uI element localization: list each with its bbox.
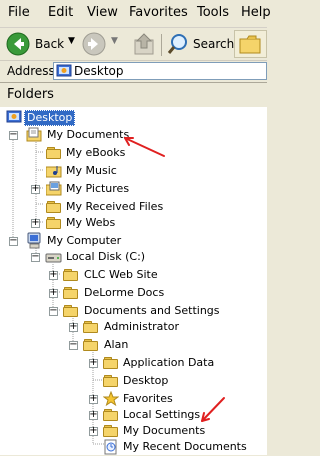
collapse-toggle[interactable]: − [9, 235, 18, 246]
collapse-toggle[interactable]: − [69, 339, 78, 350]
expand-toggle[interactable]: + [31, 183, 40, 194]
tree-label: Documents and Settings [84, 304, 220, 317]
tree-label: My Recent Documents [123, 440, 247, 453]
tree-item-my-pictures[interactable]: + My Pictures [0, 180, 267, 198]
search-label: Search [193, 37, 235, 51]
tree-label: My Documents [123, 424, 206, 437]
favorites-star-icon [103, 391, 119, 407]
search-button[interactable]: Search [165, 30, 235, 58]
tree-item-delorme-docs[interactable]: + DeLorme Docs [0, 284, 267, 302]
tree-label: My Music [66, 164, 117, 177]
tree-label: My Pictures [66, 182, 130, 195]
folder-icon [46, 146, 62, 160]
forward-dropdown-icon[interactable]: ▼ [111, 36, 118, 46]
tree-label: Alan [104, 338, 129, 351]
tree-item-my-music[interactable]: My Music [0, 162, 267, 180]
tree-label: Administrator [104, 320, 179, 333]
tree-item-application-data[interactable]: + Application Data [0, 354, 267, 372]
tree-item-desktop[interactable]: Desktop [0, 108, 267, 126]
desktop-icon [56, 64, 72, 77]
folder-icon [83, 338, 99, 352]
tree-label: My Received Files [66, 200, 164, 213]
folders-pane-header: Folders [0, 83, 267, 108]
desktop-icon [6, 110, 22, 123]
expand-toggle[interactable]: + [89, 393, 98, 404]
back-button[interactable]: Back ▼ [4, 30, 78, 58]
tree-label: Desktop [123, 374, 169, 387]
back-dropdown-icon[interactable]: ▼ [68, 36, 75, 46]
back-label: Back [35, 37, 65, 51]
tree-label: Application Data [123, 356, 215, 369]
tree-label: Favorites [123, 392, 173, 405]
folder-icon [63, 286, 79, 300]
tree-item-local-disk-c[interactable]: − Local Disk (C:) [0, 248, 267, 266]
my-documents-icon [26, 127, 42, 142]
back-arrow-icon [6, 32, 30, 56]
standard-toolbar: Back ▼ ▼ Search [0, 28, 267, 61]
address-bar: Address Desktop [0, 61, 267, 83]
menu-tools[interactable]: Tools [197, 5, 229, 21]
folder-icon [103, 374, 119, 388]
expand-toggle[interactable]: + [49, 269, 58, 280]
address-value: Desktop [74, 64, 124, 78]
address-input[interactable]: Desktop [53, 62, 267, 80]
folders-pane-title: Folders [7, 87, 54, 102]
tree-item-my-webs[interactable]: + My Webs [0, 214, 267, 232]
tree-label: Local Settings [123, 408, 201, 421]
tree-label: My eBooks [66, 146, 126, 159]
tree-item-my-ebooks[interactable]: My eBooks [0, 144, 267, 162]
folder-icon [46, 216, 62, 230]
tree-item-my-recent-documents[interactable]: My Recent Documents [0, 438, 267, 456]
tree-item-administrator[interactable]: + Administrator [0, 318, 267, 336]
expand-toggle[interactable]: + [31, 217, 40, 228]
up-arrow-icon [134, 33, 154, 55]
tree-item-alan-desktop[interactable]: Desktop [0, 372, 267, 390]
collapse-toggle[interactable]: − [9, 129, 18, 140]
menu-bar: File Edit View Favorites Tools Help [0, 0, 271, 28]
menu-help[interactable]: Help [241, 5, 271, 21]
folder-icon [83, 320, 99, 334]
folders-icon [239, 35, 261, 54]
expand-toggle[interactable]: + [89, 357, 98, 368]
expand-toggle[interactable]: + [89, 409, 98, 420]
search-icon [167, 34, 187, 54]
address-label: Address [7, 64, 55, 78]
menu-favorites[interactable]: Favorites [129, 5, 188, 21]
tree-label: Desktop [24, 110, 76, 126]
folder-tree: Desktop − My Documents My eBooks My Musi… [0, 108, 267, 455]
expand-toggle[interactable]: + [49, 287, 58, 298]
tree-label: My Computer [47, 234, 122, 247]
folders-button[interactable] [234, 30, 267, 58]
pictures-folder-icon [46, 181, 62, 196]
expand-toggle[interactable]: + [69, 321, 78, 332]
forward-button[interactable]: ▼ [80, 30, 124, 58]
toolbar-separator [161, 34, 162, 56]
menu-edit[interactable]: Edit [48, 5, 73, 21]
expand-toggle[interactable]: + [89, 425, 98, 436]
folder-icon [63, 268, 79, 282]
tree-item-alan[interactable]: − Alan [0, 336, 267, 354]
tree-label: My Webs [66, 216, 116, 229]
tree-label: DeLorme Docs [84, 286, 165, 299]
music-folder-icon [46, 166, 62, 178]
folder-icon [103, 408, 119, 422]
collapse-toggle[interactable]: − [49, 305, 58, 316]
folder-icon [103, 424, 119, 438]
folder-icon [103, 356, 119, 370]
up-folder-button[interactable] [130, 30, 158, 58]
folder-icon [63, 304, 79, 318]
hard-disk-icon [45, 253, 62, 263]
tree-label: CLC Web Site [84, 268, 158, 281]
recent-documents-icon [104, 439, 117, 455]
tree-label: My Documents [47, 128, 130, 141]
tree-item-clc-web-site[interactable]: + CLC Web Site [0, 266, 267, 284]
tree-label: Local Disk (C:) [66, 250, 146, 263]
tree-item-my-documents[interactable]: − My Documents [0, 126, 267, 144]
menu-file[interactable]: File [8, 5, 30, 21]
collapse-toggle[interactable]: − [31, 251, 40, 262]
menu-view[interactable]: View [87, 5, 118, 21]
forward-arrow-icon [82, 32, 106, 56]
folder-icon [46, 200, 62, 214]
